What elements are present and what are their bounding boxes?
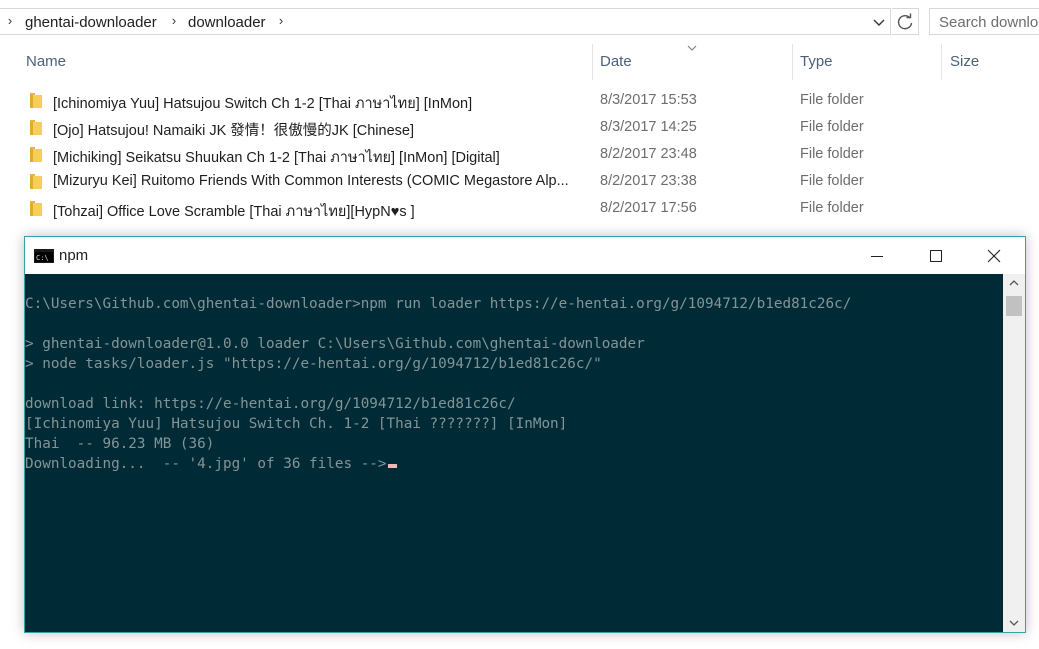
folder-icon: [30, 174, 42, 189]
file-date: 8/2/2017 17:56: [600, 200, 697, 216]
maximize-icon: [930, 250, 942, 262]
breadcrumb-ghentai-downloader[interactable]: ghentai-downloader: [25, 14, 157, 31]
address-bar: › ghentai-downloader › downloader › Sear…: [0, 0, 1039, 44]
column-divider[interactable]: [792, 44, 793, 80]
folder-icon: [30, 201, 42, 216]
file-row[interactable]: [Ichinomiya Yuu] Hatsujou Switch Ch 1-2 …: [22, 87, 1039, 114]
file-row[interactable]: [Michiking] Seikatsu Shuukan Ch 1-2 [Tha…: [22, 141, 1039, 168]
scroll-down-icon[interactable]: [1008, 618, 1020, 628]
column-header-name[interactable]: Name: [26, 53, 66, 70]
close-icon: [987, 249, 1001, 263]
file-date: 8/2/2017 23:38: [600, 173, 697, 189]
maximize-button[interactable]: [907, 237, 965, 274]
file-type: File folder: [800, 119, 864, 135]
file-name: [Tohzai] Office Love Scramble [Thai ภาษา…: [53, 204, 415, 220]
terminal-line-progress: Downloading... -- '4.jpg' of 36 files --…: [25, 454, 397, 474]
console-scrollbar[interactable]: [1003, 274, 1025, 632]
terminal-line: Downloading... -- '4.jpg' of 36 files --…: [25, 456, 387, 472]
file-name: [Michiking] Seikatsu Shuukan Ch 1-2 [Tha…: [53, 150, 500, 166]
column-header-size[interactable]: Size: [950, 53, 979, 70]
minimize-icon: [871, 256, 883, 257]
column-header-date[interactable]: Date: [600, 53, 632, 70]
terminal-line: [Ichinomiya Yuu] Hatsujou Switch Ch. 1-2…: [25, 416, 568, 432]
minimize-button[interactable]: [848, 237, 906, 274]
file-row[interactable]: [Mizuryu Kei] Ruitomo Friends With Commo…: [22, 168, 1039, 195]
column-header-type[interactable]: Type: [800, 53, 833, 70]
folder-icon: [30, 147, 42, 162]
terminal-line: download link: https://e-hentai.org/g/10…: [25, 396, 516, 412]
search-input[interactable]: Search downloader: [929, 8, 1039, 35]
file-date: 8/3/2017 15:53: [600, 92, 697, 108]
terminal-line: Thai -- 96.23 MB (36): [25, 436, 215, 452]
file-date: 8/2/2017 23:48: [600, 146, 697, 162]
address-dropdown-icon[interactable]: [871, 14, 887, 30]
file-row[interactable]: [Tohzai] Office Love Scramble [Thai ภาษา…: [22, 195, 1039, 222]
terminal-line: C:\Users\Github.com\ghentai-downloader>n…: [25, 296, 852, 312]
file-name: [Ojo] Hatsujou! Namaiki JK 發情！很傲慢的JK [Ch…: [53, 123, 414, 139]
file-type: File folder: [800, 173, 864, 189]
address-box[interactable]: › ghentai-downloader › downloader ›: [0, 8, 891, 35]
file-date: 8/3/2017 14:25: [600, 119, 697, 135]
terminal-line: > node tasks/loader.js "https://e-hentai…: [25, 356, 602, 372]
file-row[interactable]: [Ojo] Hatsujou! Namaiki JK 發情！很傲慢的JK [Ch…: [22, 114, 1039, 141]
file-type: File folder: [800, 200, 864, 216]
console-titlebar[interactable]: C:\ npm: [25, 237, 1025, 274]
breadcrumb-downloader[interactable]: downloader: [188, 14, 266, 31]
svg-text:C:\: C:\: [36, 254, 49, 262]
console-window[interactable]: C:\ npm C:\Users\Github.com\ghentai-down…: [24, 236, 1026, 633]
terminal-cursor: [387, 464, 397, 468]
console-title: npm: [59, 247, 89, 264]
breadcrumb-chevron-icon[interactable]: ›: [276, 13, 286, 28]
scroll-up-icon[interactable]: [1008, 278, 1020, 288]
file-type: File folder: [800, 146, 864, 162]
search-placeholder: Search downloader: [939, 14, 1039, 31]
folder-icon: [30, 120, 42, 135]
folder-icon: [30, 93, 42, 108]
scrollbar-thumb[interactable]: [1006, 296, 1022, 316]
terminal-line: > ghentai-downloader@1.0.0 loader C:\Use…: [25, 336, 645, 352]
sort-descending-icon: [687, 45, 697, 51]
file-name: [Mizuryu Kei] Ruitomo Friends With Commo…: [53, 173, 569, 189]
column-divider[interactable]: [592, 44, 593, 80]
refresh-icon: [897, 13, 913, 30]
refresh-button[interactable]: [892, 8, 919, 35]
column-divider[interactable]: [941, 44, 942, 80]
file-type: File folder: [800, 92, 864, 108]
terminal-output[interactable]: C:\Users\Github.com\ghentai-downloader>n…: [25, 274, 1003, 632]
breadcrumb-chevron-icon[interactable]: ›: [5, 13, 15, 28]
cmd-icon: C:\: [34, 249, 54, 263]
close-button[interactable]: [965, 237, 1023, 274]
breadcrumb-chevron-icon[interactable]: ›: [169, 13, 179, 28]
file-name: [Ichinomiya Yuu] Hatsujou Switch Ch 1-2 …: [53, 96, 473, 112]
